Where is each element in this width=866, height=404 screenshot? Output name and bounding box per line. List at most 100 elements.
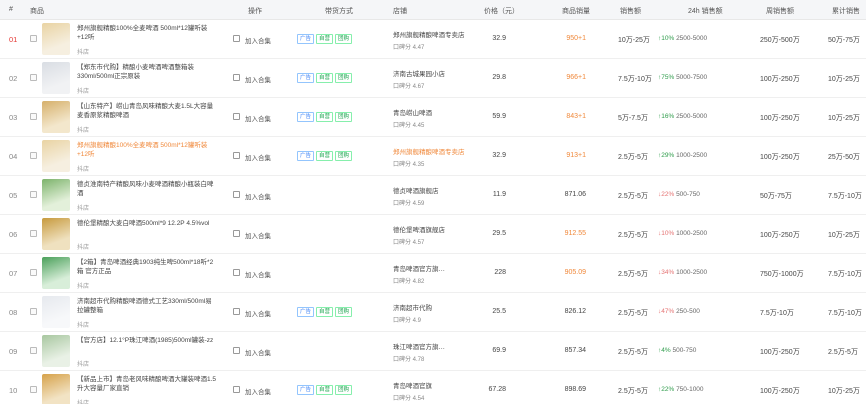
row-checkbox[interactable]: [30, 230, 37, 237]
add-collection-button[interactable]: 加入合集: [245, 347, 271, 357]
col-sales-header[interactable]: 商品销量: [562, 6, 590, 16]
add-collection-icon[interactable]: [233, 191, 240, 198]
col-weekly-header[interactable]: 周销售额: [766, 6, 794, 16]
sales-value: 913+1: [566, 152, 586, 159]
col-total-header[interactable]: 累计销售: [832, 6, 860, 16]
product-title-link[interactable]: 济南超市代购精酿啤酒德式工艺330ml/500ml易拉罐整箱: [77, 297, 217, 315]
sales-24h-value: ↑4% 500-750: [658, 347, 697, 354]
table-row[interactable]: 07 【2箱】青岛啤酒经典1903纯生啤500ml*18听*2箱 官方正品 抖店 加入…: [0, 254, 866, 293]
add-collection-button[interactable]: 加入合集: [245, 230, 271, 240]
row-checkbox[interactable]: [30, 74, 37, 81]
price-value: 228: [494, 269, 506, 276]
table-row[interactable]: 01 郑州旗舰精酿100%全麦啤酒 500ml*12罐听装+12听 抖店 加入合集 广告…: [0, 20, 866, 59]
store-name-link[interactable]: 郑州旗舰精酿啤酒专卖店: [393, 146, 465, 156]
add-collection-button[interactable]: 加入合集: [245, 269, 271, 279]
sales-24h-value: ↓10% 1000-2500: [658, 230, 708, 237]
store-name-link[interactable]: 青岛啤酒官方旗…: [393, 263, 445, 273]
table-row[interactable]: 05 德贞淮南特产精酿风味小麦啤酒精酿小瓶装白啤酒 抖店 加入合集 德贞啤酒旗舰店 口碑分…: [0, 176, 866, 215]
product-thumbnail[interactable]: [42, 179, 70, 211]
add-collection-icon[interactable]: [233, 35, 240, 42]
add-collection-icon[interactable]: [233, 386, 240, 393]
product-title-link[interactable]: 【新品上市】青岛老风味精酿啤酒大罐装啤酒1.5升大容量厂家直销: [77, 375, 217, 393]
price-value: 59.9: [492, 113, 506, 120]
row-checkbox[interactable]: [30, 308, 37, 315]
product-thumbnail[interactable]: [42, 335, 70, 367]
sell-mode-tags: 广告 自营 团购: [297, 151, 353, 161]
col-product-header: 商品: [30, 8, 44, 15]
product-thumbnail[interactable]: [42, 257, 70, 289]
row-checkbox[interactable]: [30, 191, 37, 198]
add-collection-icon[interactable]: [233, 113, 240, 120]
product-title-link[interactable]: 【郑东市代购】精酿小麦啤酒啤酒整箱装330ml/500ml正宗原装: [77, 63, 217, 81]
product-title-link[interactable]: 郑州旗舰精酿100%全麦啤酒 500ml*12罐听装+12听: [77, 141, 217, 159]
row-checkbox[interactable]: [30, 269, 37, 276]
add-collection-icon[interactable]: [233, 152, 240, 159]
table-row[interactable]: 08 济南超市代购精酿啤酒德式工艺330ml/500ml易拉罐整箱 抖店 加入合集 广告…: [0, 293, 866, 332]
product-thumbnail[interactable]: [42, 23, 70, 55]
sell-mode-tag: 团购: [335, 73, 353, 83]
add-collection-button[interactable]: 加入合集: [245, 191, 271, 201]
shop-badge: 抖店: [77, 362, 90, 368]
product-thumbnail[interactable]: [42, 296, 70, 328]
gmv-value: 2.5万-5万: [618, 154, 648, 161]
add-collection-button[interactable]: 加入合集: [245, 35, 271, 45]
store-name-link[interactable]: 德伦堡啤酒旗舰店: [393, 224, 445, 234]
shop-badge: 抖店: [77, 401, 90, 404]
row-checkbox[interactable]: [30, 152, 37, 159]
col-price-header[interactable]: 价格（元）: [484, 6, 519, 16]
sales-value: 905.09: [564, 269, 586, 276]
shop-badge: 抖店: [77, 245, 90, 251]
table-row[interactable]: 04 郑州旗舰精酿100%全麦啤酒 500ml*12罐听装+12听 抖店 加入合集 广告…: [0, 137, 866, 176]
table-row[interactable]: 09 【官方店】12.1°P珠江啤酒(1985)500ml罐装-zz 抖店 加入合集 珠…: [0, 332, 866, 371]
gmv-value: 2.5万-5万: [618, 193, 648, 200]
store-score: 口碑分 4.35: [393, 162, 425, 168]
price-value: 29.5: [492, 230, 506, 237]
shop-badge: 抖店: [77, 284, 90, 290]
col-24h-header[interactable]: 24h 销售额: [688, 6, 723, 16]
col-gmv-header[interactable]: 销售额: [620, 6, 641, 16]
add-collection-icon[interactable]: [233, 308, 240, 315]
product-title-link[interactable]: 【2箱】青岛啤酒经典1903纯生啤500ml*18听*2箱 官方正品: [77, 258, 217, 276]
trend-down-icon: ↓10%: [658, 230, 675, 237]
store-name-link[interactable]: 德贞啤酒旗舰店: [393, 185, 439, 195]
add-collection-icon[interactable]: [233, 74, 240, 81]
product-thumbnail[interactable]: [42, 374, 70, 404]
store-name-link[interactable]: 青岛崂山啤酒: [393, 107, 432, 117]
product-thumbnail[interactable]: [42, 218, 70, 250]
store-name-link[interactable]: 济南古城果园小店: [393, 68, 445, 78]
product-thumbnail[interactable]: [42, 62, 70, 94]
store-score: 口碑分 4.45: [393, 123, 425, 129]
row-checkbox[interactable]: [30, 347, 37, 354]
trend-up-icon: ↑4%: [658, 347, 671, 354]
product-title-link[interactable]: 郑州旗舰精酿100%全麦啤酒 500ml*12罐听装+12听: [77, 24, 217, 42]
add-collection-button[interactable]: 加入合集: [245, 386, 271, 396]
add-collection-icon[interactable]: [233, 347, 240, 354]
price-value: 67.28: [488, 386, 506, 393]
product-thumbnail[interactable]: [42, 101, 70, 133]
product-title-link[interactable]: 【官方店】12.1°P珠江啤酒(1985)500ml罐装-zz: [77, 336, 217, 345]
table-row[interactable]: 03 【山东特产】崂山青岛风味精酿大麦1.5L大容量麦香原浆精酿啤酒 抖店 加入合集 广…: [0, 98, 866, 137]
sell-mode-tag: 广告: [297, 73, 315, 83]
store-name-link[interactable]: 青岛啤酒官旗: [393, 380, 432, 390]
store-name-link[interactable]: 珠江啤酒官方旗…: [393, 341, 445, 351]
table-row[interactable]: 10 【新品上市】青岛老风味精酿啤酒大罐装啤酒1.5升大容量厂家直销 抖店 加入合集 广…: [0, 371, 866, 404]
table-row[interactable]: 06 德伦堡精酿大麦白啤酒500ml*9 12.2P 4.5%vol 抖店 加入合集 德…: [0, 215, 866, 254]
store-name-link[interactable]: 济南超市代购: [393, 302, 432, 312]
row-checkbox[interactable]: [30, 386, 37, 393]
add-collection-button[interactable]: 加入合集: [245, 74, 271, 84]
product-thumbnail[interactable]: [42, 140, 70, 172]
row-checkbox[interactable]: [30, 113, 37, 120]
store-score: 口碑分 4.78: [393, 357, 425, 363]
table-row[interactable]: 02 【郑东市代购】精酿小麦啤酒啤酒整箱装330ml/500ml正宗原装 抖店 加入合…: [0, 59, 866, 98]
add-collection-icon[interactable]: [233, 269, 240, 276]
add-collection-button[interactable]: 加入合集: [245, 308, 271, 318]
product-title-link[interactable]: 德伦堡精酿大麦白啤酒500ml*9 12.2P 4.5%vol: [77, 219, 217, 228]
add-collection-button[interactable]: 加入合集: [245, 113, 271, 123]
product-title-link[interactable]: 德贞淮南特产精酿风味小麦啤酒精酿小瓶装白啤酒: [77, 180, 217, 198]
add-collection-button[interactable]: 加入合集: [245, 152, 271, 162]
row-checkbox[interactable]: [30, 35, 37, 42]
trend-up-icon: ↑75%: [658, 74, 675, 81]
product-title-link[interactable]: 【山东特产】崂山青岛风味精酿大麦1.5L大容量麦香原浆精酿啤酒: [77, 102, 217, 120]
store-name-link[interactable]: 郑州旗舰精酿啤酒专卖店: [393, 29, 465, 39]
add-collection-icon[interactable]: [233, 230, 240, 237]
